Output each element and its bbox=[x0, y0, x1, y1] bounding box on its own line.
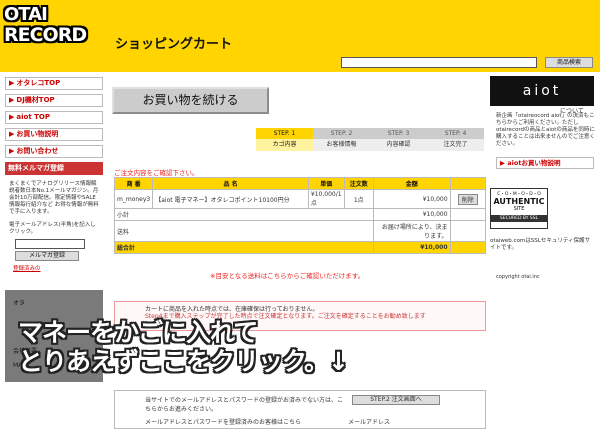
mailmag-registered-link[interactable]: 登録済みの bbox=[5, 261, 103, 272]
sidebar-item-aiot-top[interactable]: ▶ aiot TOP bbox=[5, 111, 103, 124]
sidebar-item-otairecord-top[interactable]: ▶ オタレコTOP bbox=[5, 77, 103, 90]
step-4: STEP. 4 注文完了 bbox=[427, 128, 484, 152]
step2-order-button[interactable]: STEP.2 注文画面へ bbox=[352, 395, 440, 405]
mailmag-email-input[interactable] bbox=[15, 239, 85, 249]
continue-shopping-button[interactable]: お買い物を続ける bbox=[112, 87, 269, 114]
item-price: ¥10,000/1点 bbox=[307, 189, 345, 209]
arrow-icon: ▶ bbox=[500, 159, 505, 167]
search-input[interactable] bbox=[341, 57, 537, 68]
step-label: お客様情報 bbox=[313, 139, 370, 151]
notice-line1: カートに商品を入れた時点では、在庫確保は行っておりません。 bbox=[145, 306, 319, 313]
arrow-icon: ▶ bbox=[9, 147, 15, 155]
step-label: カゴ内容 bbox=[256, 139, 313, 151]
step-number: STEP. 2 bbox=[313, 128, 370, 139]
instruction-overlay: マネーをかごに入れて とりあえずここをクリック。↓ bbox=[18, 318, 349, 376]
step2-box: 当サイトでのメールアドレスとパスワードの登録がお済みでない方は、こちらからお進み… bbox=[114, 390, 486, 429]
aiot-description: 新企画「otaireocord aiot」の決済もこちらからご利用ください。ただ… bbox=[496, 113, 595, 147]
search-button[interactable]: 商品検索 bbox=[545, 57, 593, 68]
item-name: 【aiot 電子マネー】オタレコポイント10100円分 bbox=[152, 189, 309, 209]
sidebar-item-shopping-guide[interactable]: ▶ お買い物説明 bbox=[5, 128, 103, 141]
shipping-value: お届け場所により、決まります。 bbox=[372, 220, 451, 242]
item-qty: 1点 bbox=[343, 189, 374, 209]
sidebar-item-dj-top[interactable]: ▶ DJ機材TOP bbox=[5, 94, 103, 107]
sidebar-item-label: お問い合わせ bbox=[16, 147, 59, 155]
subtotal-value: ¥10,000 bbox=[372, 208, 451, 221]
page-title: ショッピングカート bbox=[115, 37, 233, 52]
shipping-label: 送料 bbox=[114, 220, 374, 242]
shipping-info-link[interactable]: ※目安となる送料はこちらからご確認いただけます。 bbox=[210, 270, 364, 280]
step-label: 内容確認 bbox=[370, 139, 427, 151]
arrow-icon: ▶ bbox=[9, 130, 15, 138]
step-2: STEP. 2 お客様情報 bbox=[313, 128, 370, 152]
otai-record-logo[interactable]: OTAI RECORD bbox=[4, 6, 104, 50]
aiot-howto-label: aiotお買い物説明 bbox=[507, 159, 561, 167]
sidebar-item-otai[interactable]: オタ bbox=[13, 298, 25, 307]
column-header: 商 番 bbox=[113, 177, 154, 190]
ssl-authentic: AUTHENTIC bbox=[493, 197, 545, 206]
overlay-line2: とりあえずここをクリック。↓ bbox=[18, 347, 349, 376]
step-label: 注文完了 bbox=[427, 139, 484, 151]
step-number: STEP. 3 bbox=[370, 128, 427, 139]
mailmag-description: まくまくでアナログリリース情報解説者数日本No.1メールマガジン。月会計10万部… bbox=[9, 181, 99, 215]
email-label: メールアドレス bbox=[348, 419, 391, 426]
header-bar: OTAI RECORD ショッピングカート 商品検索 bbox=[0, 0, 600, 72]
sidebar-item-contact[interactable]: ▶ お問い合わせ bbox=[5, 145, 103, 158]
total-row: 総合計 ¥10,000 bbox=[114, 241, 487, 254]
sidebar-item-label: お買い物説明 bbox=[16, 130, 59, 138]
step-number: STEP. 1 bbox=[256, 128, 313, 139]
mailmag-register-button[interactable]: メルマガ登録 bbox=[15, 251, 79, 261]
checkout-steps: STEP. 1 カゴ内容 STEP. 2 お客様情報 STEP. 3 内容確認 … bbox=[256, 128, 484, 152]
cart-table: 商 番 品 名 単価 注文数 金額 m_money3 【aiot 電子マネー】オ… bbox=[113, 177, 487, 254]
empty-cell bbox=[449, 241, 487, 254]
arrow-icon: ▶ bbox=[9, 96, 15, 104]
step2-description: 当サイトでのメールアドレスとパスワードの登録がお済みでない方は、こちらからお進み… bbox=[145, 397, 344, 413]
item-code: m_money3 bbox=[113, 189, 154, 209]
sidebar-item-label: オタレコTOP bbox=[16, 79, 61, 87]
subtotal-row: 小計 ¥10,000 bbox=[114, 208, 487, 221]
email-login-text: メールアドレスとパスワードを登録済みのお客様はこちら bbox=[145, 419, 302, 426]
column-header: 単価 bbox=[307, 177, 345, 190]
sidebar-item-label: DJ機材TOP bbox=[16, 96, 55, 104]
step-3: STEP. 3 内容確認 bbox=[370, 128, 427, 152]
logo-line1: OTAI bbox=[4, 4, 48, 25]
empty-cell bbox=[449, 220, 487, 242]
arrow-icon: ▶ bbox=[9, 113, 15, 121]
shipping-row: 送料 お届け場所により、決まります。 bbox=[114, 220, 487, 242]
step-number: STEP. 4 bbox=[427, 128, 484, 139]
table-header-row: 商 番 品 名 単価 注文数 金額 bbox=[113, 177, 487, 190]
item-amount: ¥10,000 bbox=[372, 189, 451, 209]
ssl-secured: SECURED BY SSL bbox=[491, 215, 547, 222]
copyright: copyright otai.inc bbox=[496, 274, 540, 280]
subtotal-label: 小計 bbox=[114, 208, 374, 221]
confirm-message: ご注文内容をご確認下さい。 bbox=[114, 169, 199, 177]
delete-button[interactable]: 削除 bbox=[457, 193, 478, 205]
column-header bbox=[449, 177, 487, 190]
table-row: m_money3 【aiot 電子マネー】オタレコポイント10100円分 ¥10… bbox=[113, 189, 487, 209]
ssl-description: otaiweb.comはSSLセキュリティ保護サイトです。 bbox=[490, 238, 591, 251]
ssl-badge[interactable]: C・O・M・O・D・O AUTHENTIC SITE SECURED BY SS… bbox=[490, 188, 548, 229]
arrow-icon: ▶ bbox=[9, 79, 15, 87]
sidebar-item-label: aiot TOP bbox=[16, 113, 50, 121]
mailmag-heading: 無料メルマガ登録 bbox=[5, 162, 103, 175]
delete-cell: 削除 bbox=[449, 189, 487, 209]
column-header: 品 名 bbox=[152, 177, 309, 190]
total-value: ¥10,000 bbox=[372, 241, 451, 254]
aiot-shopping-guide-link[interactable]: ▶ aiotお買い物説明 bbox=[496, 157, 594, 169]
aiot-logo[interactable]: aiot bbox=[490, 76, 594, 106]
overlay-line1: マネーをかごに入れて bbox=[18, 318, 258, 347]
column-header: 金額 bbox=[372, 177, 451, 190]
empty-cell bbox=[449, 208, 487, 221]
total-label: 総合計 bbox=[114, 241, 374, 254]
mailmag-email-prompt: 電子メールアドレス(半角)を記入しクリック。 bbox=[9, 222, 96, 235]
step-1: STEP. 1 カゴ内容 bbox=[256, 128, 313, 152]
ssl-site: SITE bbox=[513, 206, 525, 212]
logo-line2: RECORD bbox=[4, 24, 87, 46]
column-header: 注文数 bbox=[343, 177, 374, 190]
